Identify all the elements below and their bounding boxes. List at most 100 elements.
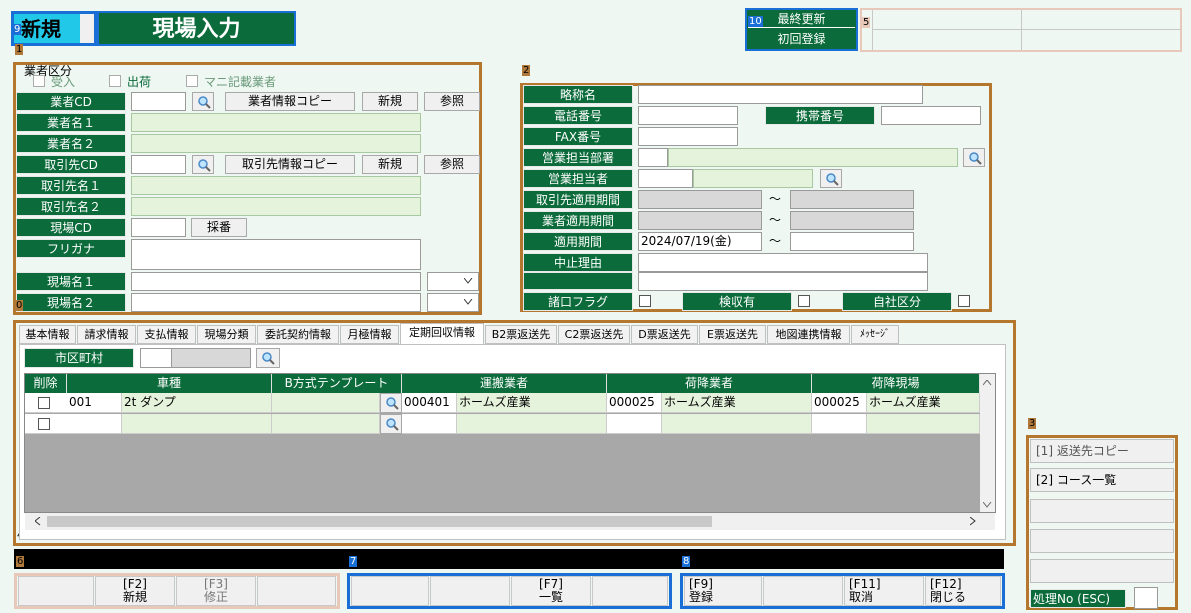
tab-payment[interactable]: 支払情報 (137, 325, 196, 344)
city-search-button[interactable] (256, 348, 280, 368)
f11-cancel-button[interactable]: [F11] 取消 (844, 576, 924, 606)
misc-flag-checkbox[interactable] (639, 295, 651, 307)
city-cd-input[interactable] (140, 348, 172, 368)
vendor-search-button[interactable] (192, 92, 214, 111)
sales-rep-search-button[interactable] (820, 169, 842, 188)
f3-edit-button[interactable]: [F3] 修正 (176, 576, 256, 606)
horizontal-scrollbar[interactable] (25, 513, 995, 530)
tab-site-class[interactable]: 現場分類 (197, 325, 256, 344)
process-no-input[interactable] (1134, 587, 1158, 609)
vendor-name2-label: 業者名２ (16, 134, 126, 153)
tab-periodic[interactable]: 定期回収情報 (400, 323, 484, 345)
row2-template-search[interactable] (380, 414, 402, 434)
tab-c2[interactable]: C2票返送先 (558, 325, 630, 344)
row2-vehicle-cd[interactable] (67, 414, 122, 434)
vendor-copy-button[interactable]: 業者情報コピー (225, 92, 355, 111)
sales-dept-input[interactable] (638, 148, 668, 167)
ship-checkbox[interactable] (109, 75, 121, 87)
f7-list-button[interactable]: [F7] 一覧 (511, 576, 591, 606)
f2-new-button[interactable]: [F2] 新規 (95, 576, 175, 606)
vendor-new-button[interactable]: 新規 (362, 92, 418, 111)
own-category-checkbox[interactable] (958, 295, 970, 307)
furigana-input[interactable] (131, 239, 421, 270)
misc-flag-label: 諸口フラグ (523, 292, 633, 311)
partner-cd-input[interactable] (131, 155, 186, 174)
tab-e[interactable]: E票返送先 (699, 325, 766, 344)
side-button-3[interactable] (1030, 499, 1174, 523)
sales-rep-input[interactable] (638, 169, 693, 188)
tab-billing[interactable]: 請求情報 (77, 325, 136, 344)
site-name2-input[interactable] (131, 293, 421, 312)
f8-button[interactable] (592, 576, 668, 606)
city-label: 市区町村 (24, 348, 134, 368)
site-name2-label: 現場名２ (16, 293, 126, 312)
chevron-up-icon (983, 380, 992, 386)
partner-copy-button[interactable]: 取引先情報コピー (225, 155, 355, 174)
badge-3: 3 (1028, 418, 1037, 429)
sales-dept-search-button[interactable] (963, 148, 985, 167)
site-name1-input[interactable] (131, 272, 421, 291)
city-name (171, 348, 251, 368)
short-name-input[interactable] (638, 85, 923, 104)
site-name2-select[interactable] (427, 293, 479, 312)
row2-unloader-cd[interactable] (607, 414, 662, 434)
row1-delete-checkbox[interactable] (38, 397, 50, 409)
receive-checkbox[interactable] (33, 75, 45, 87)
row1-template-search[interactable] (380, 393, 402, 413)
stop-reason-input1[interactable] (638, 253, 928, 272)
f1-button[interactable] (18, 576, 94, 606)
row1-site-cd[interactable]: 000025 (812, 393, 867, 413)
apply-period-start[interactable]: 2024/07/19(金) (638, 232, 762, 251)
vendor-ref-button[interactable]: 参照 (424, 92, 480, 111)
tab-message[interactable]: ﾒｯｾｰｼﾞ (851, 325, 899, 344)
course-list-button[interactable]: [2] コース一覧 (1030, 468, 1174, 492)
tab-map[interactable]: 地図連携情報 (767, 325, 850, 344)
inspection-checkbox[interactable] (798, 295, 810, 307)
row2-delete-checkbox[interactable] (38, 418, 50, 430)
partner-new-button[interactable]: 新規 (362, 155, 418, 174)
col-header-carrier: 運搬業者 (402, 374, 607, 393)
apply-period-end[interactable] (790, 232, 914, 251)
manifest-label: マニ記載業者 (204, 75, 277, 89)
row2-site-cd[interactable] (812, 414, 867, 434)
phone-input[interactable] (638, 106, 738, 125)
col-header-template: B方式テンプレート (272, 374, 402, 393)
f5-button[interactable] (351, 576, 429, 606)
partner-cd-label: 取引先CD (16, 155, 126, 174)
tab-monthly[interactable]: 月極情報 (340, 325, 399, 344)
scroll-thumb[interactable] (47, 516, 712, 527)
partner-search-button[interactable] (192, 155, 214, 174)
furigana-label: フリガナ (16, 239, 126, 258)
fax-input[interactable] (638, 127, 738, 146)
side-button-5[interactable] (1030, 559, 1174, 583)
row2-carrier-cd[interactable] (402, 414, 457, 434)
tab-d[interactable]: D票返送先 (631, 325, 698, 344)
f10-button[interactable] (763, 576, 843, 606)
col-header-delete: 削除 (25, 374, 67, 393)
row1-vehicle-cd[interactable]: 001 (67, 393, 122, 413)
f6-button[interactable] (430, 576, 510, 606)
tab-contract[interactable]: 委託契約情報 (257, 325, 339, 344)
f12-close-button[interactable]: [F12] 閉じる (925, 576, 1001, 606)
tilde-3: ～ (769, 234, 782, 248)
partner-name2-label: 取引先名２ (16, 197, 126, 216)
manifest-checkbox[interactable] (186, 75, 198, 87)
f9-register-button[interactable]: [F9] 登録 (684, 576, 762, 606)
row1-carrier-cd[interactable]: 000401 (402, 393, 457, 413)
copy-return-button[interactable]: [1] 返送先コピー (1030, 439, 1174, 463)
numbering-button[interactable]: 採番 (191, 218, 247, 237)
site-cd-input[interactable] (131, 218, 186, 237)
vendor-cd-input[interactable] (131, 92, 186, 111)
site-name1-select[interactable] (427, 272, 479, 291)
stop-reason-input2[interactable] (638, 272, 928, 291)
mobile-input[interactable] (881, 106, 981, 125)
f4-button[interactable] (257, 576, 336, 606)
vertical-scrollbar[interactable] (980, 374, 995, 512)
tab-basic[interactable]: 基本情報 (19, 325, 76, 344)
side-button-4[interactable] (1030, 529, 1174, 553)
row1-unloader-cd[interactable]: 000025 (607, 393, 662, 413)
partner-name1-field (131, 176, 421, 195)
partner-ref-button[interactable]: 参照 (424, 155, 480, 174)
row1-unloader: ホームズ産業 (662, 393, 812, 413)
tab-b2[interactable]: B2票返送先 (485, 325, 557, 344)
